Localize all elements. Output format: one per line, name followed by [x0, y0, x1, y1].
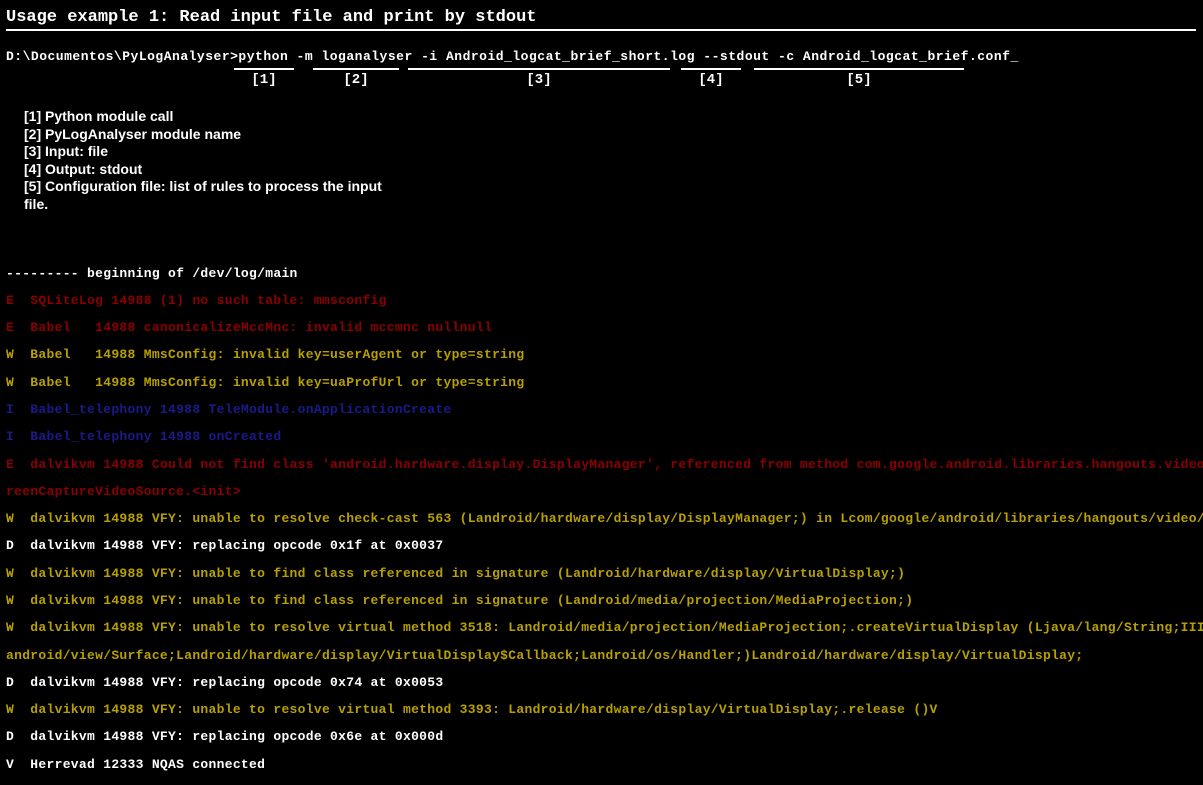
log-line: I Babel_telephony 14988 onCreated: [6, 430, 1197, 444]
log-line: D dalvikvm 14988 VFY: replacing opcode 0…: [6, 539, 1197, 553]
log-output: --------- beginning of /dev/log/main E S…: [6, 253, 1197, 785]
log-line: W dalvikvm 14988 VFY: unable to find cla…: [6, 567, 1197, 581]
legend: [1] Python module call [2] PyLogAnalyser…: [6, 108, 1197, 213]
legend-4: [4] Output: stdout: [24, 161, 1197, 179]
log-line: E Babel 14988 canonicalizeMccMnc: invali…: [6, 321, 1197, 335]
legend-5: [5] Configuration file: list of rules to…: [24, 178, 1197, 196]
log-line: D dalvikvm 14988 VFY: replacing opcode 0…: [6, 676, 1197, 690]
command-line: D:\Documentos\PyLogAnalyser>python -m lo…: [6, 49, 1197, 64]
reference-markers: [1] [2] [3] [4] [5]: [6, 68, 1197, 94]
log-line: reenCaptureVideoSource.<init>: [6, 485, 1197, 499]
ref-2: [2]: [313, 68, 399, 88]
log-line: W dalvikvm 14988 VFY: unable to resolve …: [6, 512, 1197, 526]
page-title: Usage example 1: Read input file and pri…: [6, 8, 1196, 31]
legend-1: [1] Python module call: [24, 108, 1197, 126]
log-line: W dalvikvm 14988 VFY: unable to resolve …: [6, 703, 1197, 717]
log-line: E dalvikvm 14988 Could not find class 'a…: [6, 458, 1197, 472]
ref-4: [4]: [681, 68, 741, 88]
log-line: V Herrevad 12333 NQAS connected: [6, 758, 1197, 772]
ref-5: [5]: [754, 68, 964, 88]
legend-5b: file.: [24, 196, 1197, 214]
log-line: E SQLiteLog 14988 (1) no such table: mms…: [6, 294, 1197, 308]
log-line: W dalvikvm 14988 VFY: unable to find cla…: [6, 594, 1197, 608]
log-line: --------- beginning of /dev/log/main: [6, 267, 1197, 281]
log-line: W Babel 14988 MmsConfig: invalid key=uaP…: [6, 376, 1197, 390]
log-line: D dalvikvm 14988 VFY: replacing opcode 0…: [6, 730, 1197, 744]
log-line: android/view/Surface;Landroid/hardware/d…: [6, 649, 1197, 663]
log-line: I Babel_telephony 14988 TeleModule.onApp…: [6, 403, 1197, 417]
legend-3: [3] Input: file: [24, 143, 1197, 161]
ref-1: [1]: [234, 68, 294, 88]
log-line: W dalvikvm 14988 VFY: unable to resolve …: [6, 621, 1197, 635]
ref-3: [3]: [408, 68, 670, 88]
log-line: W Babel 14988 MmsConfig: invalid key=use…: [6, 348, 1197, 362]
legend-2: [2] PyLogAnalyser module name: [24, 126, 1197, 144]
